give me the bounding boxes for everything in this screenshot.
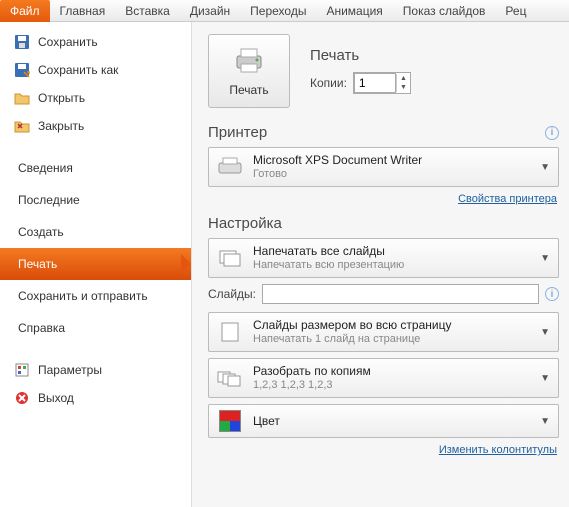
print-button[interactable]: Печать <box>208 34 290 108</box>
sidebar-close[interactable]: Закрыть <box>0 112 191 140</box>
tab-file[interactable]: Файл <box>0 0 50 22</box>
slides-label: Слайды: <box>208 287 256 301</box>
options-icon <box>14 362 30 378</box>
dropdown-sub: 1,2,3 1,2,3 1,2,3 <box>253 378 530 392</box>
chevron-down-icon: ▼ <box>540 327 550 338</box>
dropdown-sub: Напечатать 1 слайд на странице <box>253 332 530 346</box>
sidebar-help[interactable]: Справка <box>0 312 191 344</box>
folder-open-icon <box>14 90 30 106</box>
sidebar-label: Закрыть <box>38 119 84 133</box>
sidebar-exit[interactable]: Выход <box>0 384 191 412</box>
sidebar-label: Печать <box>18 257 57 271</box>
copies-spinner[interactable]: ▲▼ <box>353 72 411 94</box>
tab-transitions[interactable]: Переходы <box>240 0 316 22</box>
chevron-down-icon: ▼ <box>540 162 550 173</box>
sidebar-options[interactable]: Параметры <box>0 356 191 384</box>
backstage-sidebar: Сохранить Сохранить как Открыть Закрыть … <box>0 22 192 507</box>
sidebar-save[interactable]: Сохранить <box>0 28 191 56</box>
sidebar-label: Справка <box>18 321 65 335</box>
sidebar-new[interactable]: Создать <box>0 216 191 248</box>
sidebar-label: Последние <box>18 193 80 207</box>
tab-animation[interactable]: Анимация <box>316 0 392 22</box>
print-panel: Печать Печать Копии: ▲▼ Принтер i Micros… <box>192 22 569 507</box>
dropdown-title: Напечатать все слайды <box>253 244 530 258</box>
save-icon <box>14 34 30 50</box>
sidebar-info[interactable]: Сведения <box>0 152 191 184</box>
spinner-down-icon[interactable]: ▼ <box>397 83 410 92</box>
sidebar-label: Сохранить и отправить <box>18 289 148 303</box>
color-icon <box>217 408 243 434</box>
chevron-down-icon: ▼ <box>540 416 550 427</box>
slides-input[interactable] <box>262 284 539 304</box>
printer-heading: Принтер <box>208 124 267 141</box>
copies-label: Копии: <box>310 76 347 90</box>
print-heading: Печать <box>310 47 411 64</box>
printer-status: Готово <box>253 167 530 181</box>
dropdown-sub: Напечатать всю презентацию <box>253 258 530 272</box>
info-icon[interactable]: i <box>545 126 559 140</box>
save-as-icon <box>14 62 30 78</box>
print-range-dropdown[interactable]: Напечатать все слайды Напечатать всю пре… <box>208 238 559 278</box>
collate-dropdown[interactable]: Разобрать по копиям 1,2,3 1,2,3 1,2,3 ▼ <box>208 358 559 398</box>
sidebar-label: Сохранить <box>38 35 98 49</box>
printer-device-icon <box>217 154 243 180</box>
page-full-icon <box>217 319 243 345</box>
sidebar-label: Сведения <box>18 161 73 175</box>
chevron-down-icon: ▼ <box>540 373 550 384</box>
printer-dropdown[interactable]: Microsoft XPS Document Writer Готово ▼ <box>208 147 559 187</box>
printer-name: Microsoft XPS Document Writer <box>253 153 530 167</box>
dropdown-title: Разобрать по копиям <box>253 364 530 378</box>
sidebar-open[interactable]: Открыть <box>0 84 191 112</box>
print-button-label: Печать <box>229 83 268 97</box>
close-folder-icon <box>14 118 30 134</box>
printer-icon <box>232 46 266 79</box>
printer-properties-link[interactable]: Свойства принтера <box>208 193 557 205</box>
dropdown-title: Слайды размером во всю страницу <box>253 318 530 332</box>
slides-stack-icon <box>217 245 243 271</box>
tab-insert[interactable]: Вставка <box>115 0 180 22</box>
tab-review[interactable]: Рец <box>495 0 536 22</box>
color-dropdown[interactable]: Цвет ▼ <box>208 404 559 438</box>
collate-icon <box>217 365 243 391</box>
exit-icon <box>14 390 30 406</box>
sidebar-label: Создать <box>18 225 64 239</box>
sidebar-label: Параметры <box>38 363 102 377</box>
dropdown-title: Цвет <box>253 414 530 428</box>
sidebar-recent[interactable]: Последние <box>0 184 191 216</box>
copies-input[interactable] <box>354 73 396 93</box>
sidebar-share[interactable]: Сохранить и отправить <box>0 280 191 312</box>
tab-slideshow[interactable]: Показ слайдов <box>393 0 496 22</box>
sidebar-save-as[interactable]: Сохранить как <box>0 56 191 84</box>
chevron-down-icon: ▼ <box>540 253 550 264</box>
spinner-up-icon[interactable]: ▲ <box>397 74 410 83</box>
layout-dropdown[interactable]: Слайды размером во всю страницу Напечата… <box>208 312 559 352</box>
edit-headers-link[interactable]: Изменить колонтитулы <box>208 444 557 456</box>
tab-home[interactable]: Главная <box>50 0 116 22</box>
sidebar-label: Сохранить как <box>38 63 118 77</box>
settings-heading: Настройка <box>208 215 282 232</box>
sidebar-print[interactable]: Печать <box>0 248 191 280</box>
info-icon[interactable]: i <box>545 287 559 301</box>
ribbon-tabs: Файл Главная Вставка Дизайн Переходы Ани… <box>0 0 569 22</box>
sidebar-label: Открыть <box>38 91 85 105</box>
sidebar-label: Выход <box>38 391 74 405</box>
tab-design[interactable]: Дизайн <box>180 0 240 22</box>
